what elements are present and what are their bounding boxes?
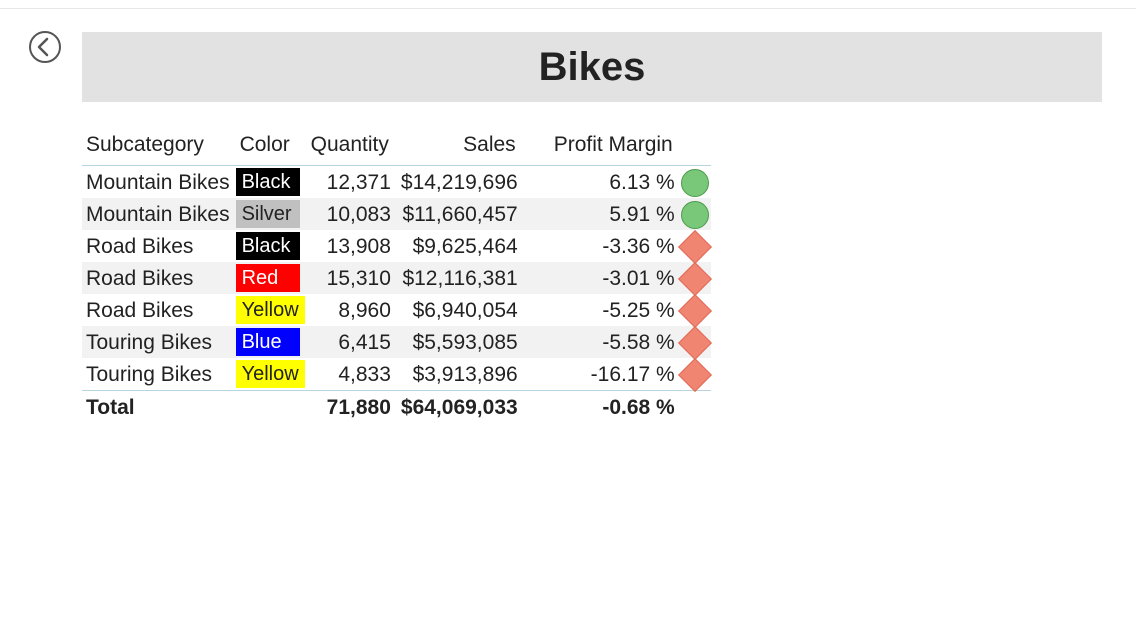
color-chip: Yellow: [236, 360, 305, 388]
window-top-border: [0, 0, 1136, 9]
back-button[interactable]: [28, 30, 62, 64]
cell-profit-margin: -5.58 %: [524, 326, 681, 358]
cell-quantity: 10,083: [307, 198, 397, 230]
table-row[interactable]: Mountain BikesSilver10,083$11,660,4575.9…: [82, 198, 711, 230]
cell-color: Blue: [236, 326, 307, 358]
color-chip: Black: [236, 168, 300, 196]
color-chip: Yellow: [236, 296, 305, 324]
total-margin: -0.68 %: [524, 391, 681, 423]
cell-sales: $5,593,085: [397, 326, 524, 358]
table-row[interactable]: Road BikesRed15,310$12,116,381-3.01 %: [82, 262, 711, 294]
cell-quantity: 12,371: [307, 166, 397, 199]
cell-sales: $11,660,457: [397, 198, 524, 230]
cell-kpi: [681, 358, 711, 391]
col-header-profit-margin[interactable]: Profit Margin: [524, 128, 681, 166]
col-header-color[interactable]: Color: [236, 128, 307, 166]
color-chip: Blue: [236, 328, 300, 356]
bikes-table: Subcategory Color Quantity Sales Profit …: [82, 128, 711, 422]
kpi-bad-diamond-icon: [678, 358, 712, 392]
color-chip: Black: [236, 232, 300, 260]
table-row[interactable]: Touring BikesYellow4,833$3,913,896-16.17…: [82, 358, 711, 391]
cell-profit-margin: -3.36 %: [524, 230, 681, 262]
cell-profit-margin: -5.25 %: [524, 294, 681, 326]
cell-subcategory: Road Bikes: [82, 294, 236, 326]
cell-kpi: [681, 326, 711, 358]
report-table-container: Subcategory Color Quantity Sales Profit …: [82, 128, 737, 422]
total-label: Total: [82, 391, 236, 423]
cell-color: Yellow: [236, 358, 307, 391]
cell-color: Black: [236, 230, 307, 262]
cell-profit-margin: -3.01 %: [524, 262, 681, 294]
cell-sales: $3,913,896: [397, 358, 524, 391]
cell-quantity: 4,833: [307, 358, 397, 391]
col-header-subcategory[interactable]: Subcategory: [82, 128, 236, 166]
cell-profit-margin: 5.91 %: [524, 198, 681, 230]
kpi-good-circle-icon: [681, 169, 709, 197]
cell-profit-margin: 6.13 %: [524, 166, 681, 199]
col-header-quantity[interactable]: Quantity: [307, 128, 397, 166]
cell-kpi: [681, 262, 711, 294]
cell-sales: $14,219,696: [397, 166, 524, 199]
cell-quantity: 6,415: [307, 326, 397, 358]
cell-kpi: [681, 294, 711, 326]
kpi-good-circle-icon: [681, 201, 709, 229]
kpi-bad-diamond-icon: [678, 326, 712, 360]
cell-subcategory: Mountain Bikes: [82, 198, 236, 230]
cell-quantity: 13,908: [307, 230, 397, 262]
cell-subcategory: Road Bikes: [82, 262, 236, 294]
table-row[interactable]: Mountain BikesBlack12,371$14,219,6966.13…: [82, 166, 711, 199]
cell-kpi: [681, 198, 711, 230]
cell-subcategory: Mountain Bikes: [82, 166, 236, 199]
cell-sales: $9,625,464: [397, 230, 524, 262]
table-total-row: Total 71,880 $64,069,033 -0.68 %: [82, 391, 711, 423]
cell-color: Red: [236, 262, 307, 294]
cell-subcategory: Road Bikes: [82, 230, 236, 262]
table-row[interactable]: Road BikesBlack13,908$9,625,464-3.36 %: [82, 230, 711, 262]
back-arrow-icon: [28, 30, 62, 64]
cell-sales: $6,940,054: [397, 294, 524, 326]
kpi-bad-diamond-icon: [678, 262, 712, 296]
cell-color: Black: [236, 166, 307, 199]
col-header-sales[interactable]: Sales: [397, 128, 524, 166]
cell-profit-margin: -16.17 %: [524, 358, 681, 391]
cell-kpi: [681, 230, 711, 262]
cell-kpi: [681, 166, 711, 199]
cell-subcategory: Touring Bikes: [82, 358, 236, 391]
color-chip: Red: [236, 264, 300, 292]
col-header-kpi: [681, 128, 711, 166]
total-quantity: 71,880: [307, 391, 397, 423]
table-row[interactable]: Touring BikesBlue6,415$5,593,085-5.58 %: [82, 326, 711, 358]
total-sales: $64,069,033: [397, 391, 524, 423]
cell-quantity: 8,960: [307, 294, 397, 326]
page-title: Bikes: [82, 32, 1102, 102]
table-header-row: Subcategory Color Quantity Sales Profit …: [82, 128, 711, 166]
cell-quantity: 15,310: [307, 262, 397, 294]
table-row[interactable]: Road BikesYellow8,960$6,940,054-5.25 %: [82, 294, 711, 326]
color-chip: Silver: [236, 200, 300, 228]
cell-color: Yellow: [236, 294, 307, 326]
cell-sales: $12,116,381: [397, 262, 524, 294]
cell-subcategory: Touring Bikes: [82, 326, 236, 358]
kpi-bad-diamond-icon: [678, 294, 712, 328]
kpi-bad-diamond-icon: [678, 230, 712, 264]
cell-color: Silver: [236, 198, 307, 230]
